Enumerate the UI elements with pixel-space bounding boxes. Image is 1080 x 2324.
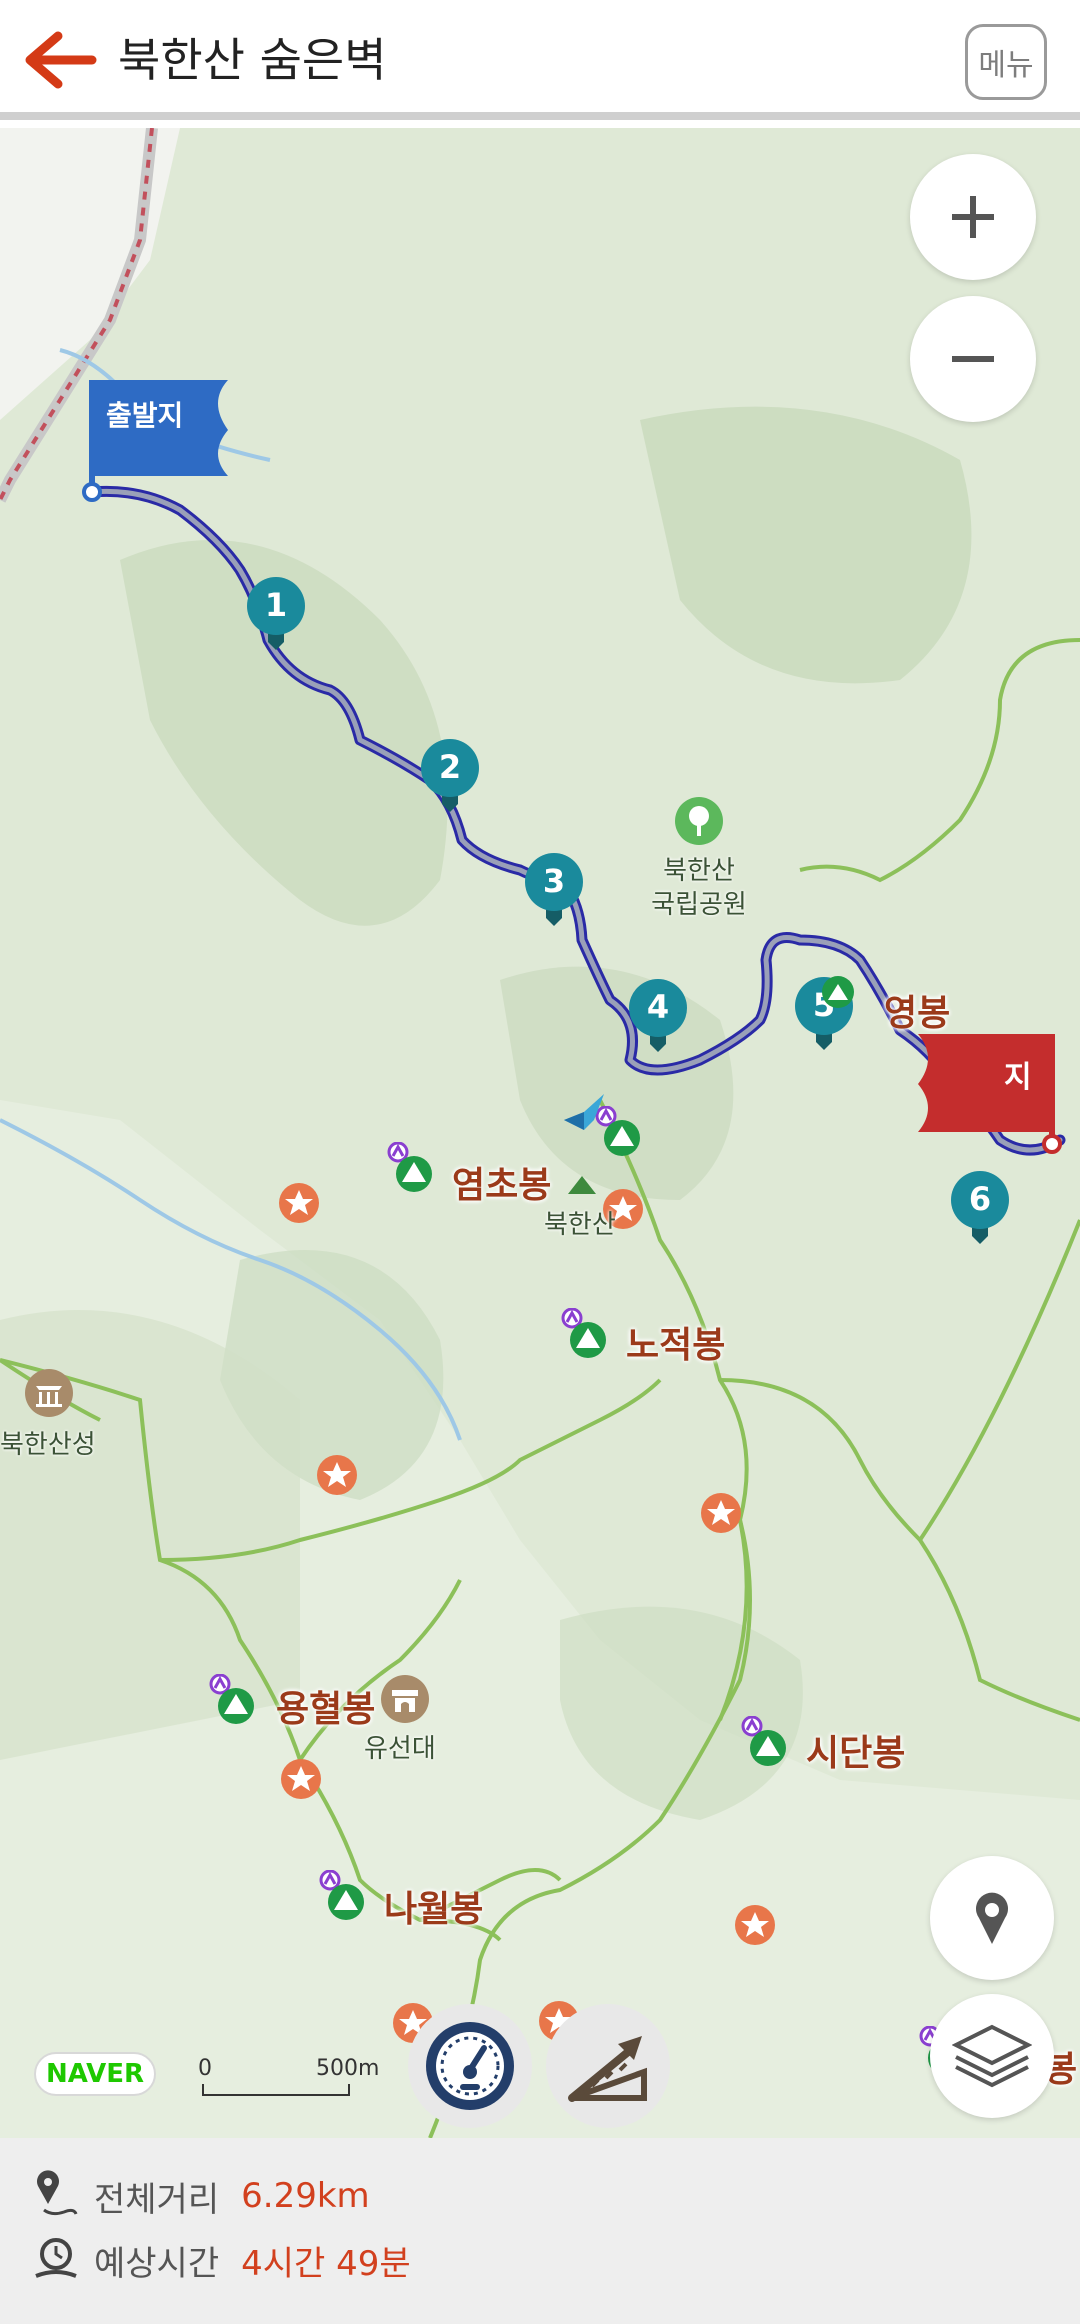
app-root: 북한산 숨은벽 메뉴 출발지 지 1 2 3 4 5 6 북한산 국립공원 북한…: [0, 0, 1080, 2324]
naver-logo: NAVER: [34, 2052, 156, 2096]
end-flag-label: 지: [1004, 1060, 1032, 1095]
minus-icon: [952, 356, 994, 362]
zoom-out-button[interactable]: [910, 296, 1036, 422]
estimated-time-icon: [35, 2238, 77, 2278]
speedometer-button[interactable]: [408, 2004, 532, 2128]
peak-label-yonghyeolbong: 용혈봉: [276, 1689, 376, 1730]
peak-marker-icon: [319, 1870, 364, 1920]
peak-label-sidanbong: 시단봉: [806, 1733, 906, 1774]
waypoint-2[interactable]: 2: [420, 738, 480, 818]
waypoint-6[interactable]: 6: [950, 1170, 1010, 1250]
peak-label-yeomchobong: 염초봉: [452, 1165, 552, 1206]
waypoint-number: 6: [968, 1180, 992, 1218]
end-flag-icon: [918, 1034, 1062, 1154]
layers-button[interactable]: [930, 1994, 1054, 2118]
waypoint-1[interactable]: 1: [246, 576, 306, 656]
distance-label: 전체거리: [94, 2179, 220, 2220]
star-poi-icon: [317, 1455, 357, 1495]
start-flag-label: 출발지: [106, 399, 184, 432]
back-arrow-icon: [25, 31, 97, 89]
scale-line: [202, 2084, 350, 2096]
speedometer-icon: [426, 2022, 514, 2110]
map-view[interactable]: 출발지 지 1 2 3 4 5 6 북한산 국립공원 북한산성 유선대 북한산 …: [0, 128, 1080, 2138]
waypoint-4[interactable]: 4: [628, 978, 688, 1058]
peak-marker-icon: [387, 1142, 432, 1192]
waypoint-number: 1: [264, 586, 288, 624]
plus-icon: [952, 196, 994, 238]
layers-icon: [952, 2024, 1032, 2088]
location-pin-icon: [976, 1892, 1008, 1944]
route-distance-icon: [37, 2170, 78, 2216]
elevation-icon: [568, 2036, 647, 2102]
menu-button[interactable]: 메뉴: [965, 24, 1047, 100]
peak-label-yeongbong: 영봉: [884, 993, 951, 1034]
park-label-line2: 국립공원: [651, 890, 747, 920]
park-label-line1: 북한산: [663, 856, 735, 886]
summit-label: 북한산: [544, 1210, 616, 1240]
scale-zero: 0: [198, 2056, 212, 2081]
scale-distance: 500m: [316, 2056, 380, 2081]
gate-icon: [381, 1675, 429, 1723]
direction-marker-icon: [564, 1094, 604, 1130]
start-flag-icon: [82, 380, 228, 502]
star-poi-icon: [735, 1905, 775, 1945]
elevation-profile-button[interactable]: [546, 2004, 670, 2128]
peak-marker-icon: [209, 1674, 254, 1724]
back-button[interactable]: [18, 28, 100, 92]
waypoint-3[interactable]: 3: [524, 852, 584, 932]
route-summary-panel: 전체거리 6.29km 예상시간 4시간 49분: [0, 2138, 1080, 2324]
fortress-label: 북한산성: [0, 1430, 96, 1460]
time-label: 예상시간: [94, 2243, 220, 2284]
waypoint-number: 2: [438, 748, 462, 786]
peak-marker-icon: [561, 1308, 606, 1358]
summit-icon: [568, 1176, 596, 1194]
my-location-button[interactable]: [930, 1856, 1054, 1980]
star-poi-icon: [279, 1183, 319, 1223]
peak-label-nawolbong: 나월봉: [384, 1889, 484, 1930]
peak-marker-icon: [741, 1716, 786, 1766]
distance-row: 전체거리 6.29km: [30, 2168, 370, 2224]
star-poi-icon: [281, 1759, 321, 1799]
top-bar: 북한산 숨은벽 메뉴: [0, 0, 1080, 120]
yuseondae-label: 유선대: [364, 1734, 436, 1764]
time-row: 예상시간 4시간 49분: [30, 2232, 411, 2288]
time-value: 4시간 49분: [241, 2243, 411, 2284]
star-poi-icon: [701, 1493, 741, 1533]
peak-marker-icon: [822, 976, 854, 1008]
distance-value: 6.29km: [241, 2176, 370, 2216]
page-title: 북한산 숨은벽: [118, 33, 387, 87]
waypoint-number: 4: [646, 988, 670, 1026]
zoom-in-button[interactable]: [910, 154, 1036, 280]
park-icon: [675, 797, 723, 845]
scale-bar: 0 500m: [198, 2056, 380, 2106]
peak-label-nojeokbong: 노적봉: [626, 1325, 726, 1366]
waypoint-number: 3: [542, 862, 566, 900]
fortress-icon: [25, 1369, 73, 1417]
